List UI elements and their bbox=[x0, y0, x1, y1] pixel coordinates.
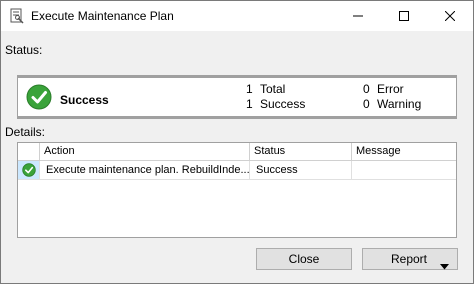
window-title: Execute Maintenance Plan bbox=[31, 9, 174, 23]
total-count: 1 bbox=[246, 82, 253, 96]
status-panel: Success 1 Total 1 Success 0 Error 0 Warn… bbox=[17, 75, 457, 119]
header-icon-column bbox=[18, 143, 40, 160]
success-count: 1 bbox=[246, 97, 253, 111]
overall-status: Success bbox=[60, 93, 109, 107]
status-label: Status: bbox=[5, 43, 43, 57]
success-check-icon bbox=[26, 84, 52, 110]
total-label: Total bbox=[260, 82, 286, 96]
close-window-button[interactable] bbox=[427, 1, 473, 31]
report-button[interactable]: Report bbox=[362, 248, 458, 270]
warning-count: 0 bbox=[363, 97, 370, 111]
details-label: Details: bbox=[5, 125, 46, 139]
maximize-button[interactable] bbox=[381, 1, 427, 31]
minimize-button[interactable] bbox=[335, 1, 381, 31]
success-label: Success bbox=[260, 97, 306, 111]
details-grid[interactable]: Action Status Message Execute maintenanc… bbox=[17, 142, 457, 238]
maintenance-plan-dialog: Execute Maintenance Plan Status: Success… bbox=[0, 0, 474, 284]
error-count: 0 bbox=[363, 82, 370, 96]
maintenance-plan-icon bbox=[9, 8, 25, 24]
row-status: Success bbox=[250, 161, 352, 179]
warning-label: Warning bbox=[377, 97, 422, 111]
minimize-icon bbox=[353, 15, 363, 17]
close-button[interactable]: Close bbox=[256, 248, 352, 270]
table-row[interactable]: Execute maintenance plan. RebuildInde...… bbox=[18, 161, 456, 180]
column-header-action[interactable]: Action bbox=[40, 143, 250, 160]
check-icon bbox=[22, 163, 36, 177]
maximize-icon bbox=[399, 11, 409, 21]
row-selector[interactable] bbox=[18, 161, 40, 179]
close-icon bbox=[445, 11, 455, 21]
chevron-down-icon bbox=[440, 256, 449, 276]
error-label: Error bbox=[377, 82, 404, 96]
column-header-message[interactable]: Message bbox=[352, 143, 456, 160]
column-header-status[interactable]: Status bbox=[250, 143, 352, 160]
row-message bbox=[352, 161, 456, 179]
row-action: Execute maintenance plan. RebuildInde... bbox=[40, 161, 250, 179]
grid-header: Action Status Message bbox=[18, 143, 456, 161]
title-bar: Execute Maintenance Plan bbox=[1, 1, 473, 31]
